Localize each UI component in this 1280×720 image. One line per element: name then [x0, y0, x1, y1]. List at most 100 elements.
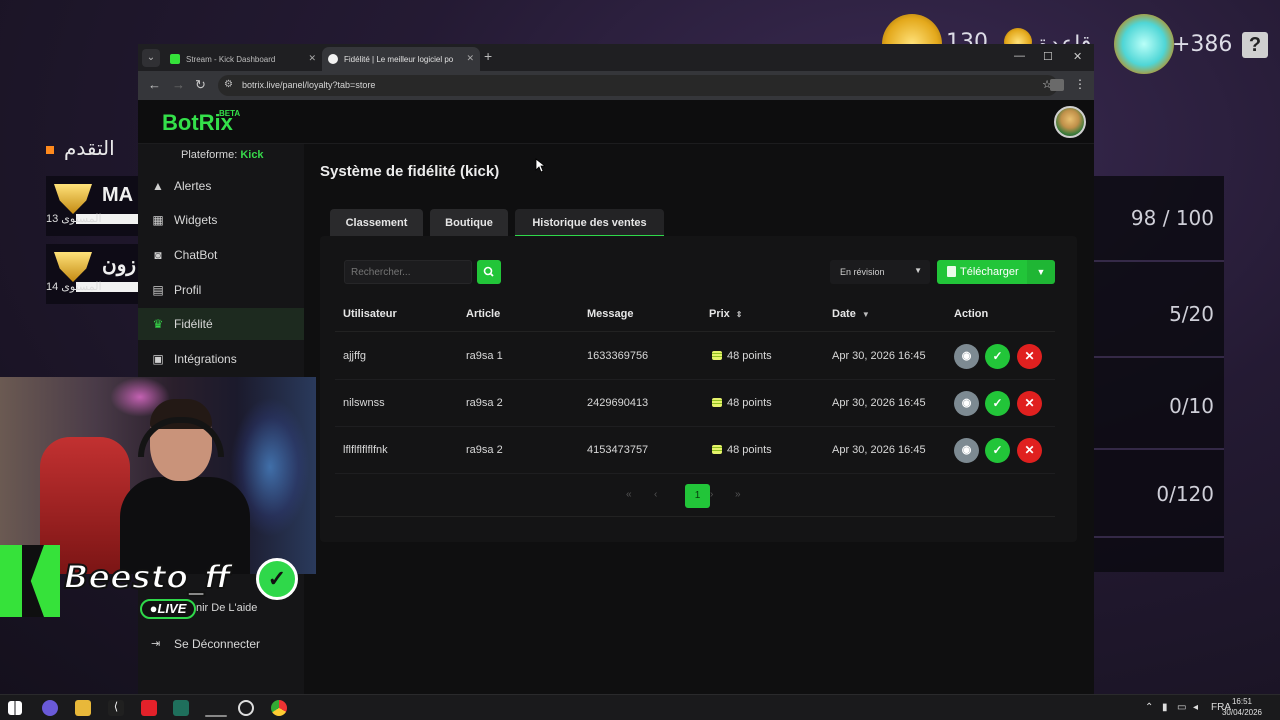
help-link-fragment[interactable]: nir De L'aide: [196, 602, 257, 614]
app-icon[interactable]: [42, 700, 58, 716]
reject-button[interactable]: ✕: [1017, 438, 1042, 463]
view-button[interactable]: ◉: [954, 391, 979, 416]
sidebar-item-profil[interactable]: ▤ Profil: [138, 274, 304, 306]
prev-page-button[interactable]: ‹: [654, 489, 657, 500]
sidebar-item-label: Intégrations: [174, 352, 237, 366]
obs-icon[interactable]: [238, 700, 254, 716]
taskbar: ⟨ ⌃ ▮ ▭ ◂ FRA 16:51 30/04/2026: [0, 694, 1280, 720]
cell-message: 2429690413: [587, 397, 649, 409]
maximize-button[interactable]: ☐: [1043, 50, 1053, 63]
download-label: Télécharger: [960, 266, 1019, 278]
check-icon: ✓: [992, 349, 1003, 363]
browser-tab-botrix[interactable]: Fidélité | Le meilleur logiciel po ✕: [322, 47, 480, 71]
sort-desc-icon: ▼: [861, 310, 870, 319]
sidebar-item-label: Widgets: [174, 213, 218, 227]
platform-value: Kick: [240, 149, 264, 161]
capcut-icon[interactable]: ⟨: [108, 700, 124, 716]
column-header-prix[interactable]: Prix ⇕: [709, 308, 743, 320]
reject-button[interactable]: ✕: [1017, 344, 1042, 369]
folder-icon[interactable]: [75, 700, 91, 716]
view-button[interactable]: ◉: [954, 344, 979, 369]
column-header: Action: [954, 308, 989, 320]
forward-button[interactable]: →: [172, 77, 185, 92]
goal-row: 5/20: [1094, 272, 1224, 358]
goal-row: 0/10: [1094, 364, 1224, 450]
reload-button[interactable]: ↻: [195, 77, 206, 93]
browser-tab-kick[interactable]: Stream - Kick Dashboard ✕: [164, 47, 322, 71]
next-page-button[interactable]: ›: [710, 489, 713, 500]
download-options-button[interactable]: ▼: [1027, 260, 1055, 284]
goals-panel: 98 / 100 5/20 0/10 0/120: [1094, 176, 1224, 572]
user-avatar[interactable]: [1054, 106, 1086, 138]
approve-button[interactable]: ✓: [985, 438, 1010, 463]
browser-menu-icon[interactable]: ⋮: [1074, 77, 1086, 91]
cell-article: ra9sa 1: [466, 350, 503, 362]
chrome-icon[interactable]: [271, 700, 287, 716]
file-icon: [947, 266, 956, 277]
chevron-down-icon: ▼: [1036, 267, 1046, 277]
close-window-button[interactable]: ✕: [1073, 50, 1082, 63]
cell-message: 1633369756: [587, 350, 649, 362]
first-page-button[interactable]: «: [626, 489, 632, 500]
beta-badge: BETA: [219, 109, 241, 118]
last-page-button[interactable]: »: [735, 489, 741, 500]
back-button[interactable]: ←: [148, 77, 161, 92]
volume-icon[interactable]: ◂: [1193, 702, 1198, 713]
tab-classement[interactable]: Classement: [330, 209, 423, 237]
tiktok-icon[interactable]: [141, 700, 157, 716]
windows-start-icon[interactable]: [8, 701, 22, 715]
column-header-date[interactable]: Date ▼: [832, 308, 870, 320]
microphone-icon[interactable]: ▮: [1162, 702, 1168, 713]
app-icon[interactable]: [173, 700, 189, 716]
view-button[interactable]: ◉: [954, 438, 979, 463]
approve-button[interactable]: ✓: [985, 391, 1010, 416]
download-button[interactable]: Télécharger: [937, 260, 1027, 284]
help-question-icon: ?: [1242, 32, 1268, 58]
tab-search-button[interactable]: ⌄: [142, 49, 160, 67]
eye-icon: ◉: [961, 397, 972, 409]
system-clock[interactable]: 16:51 30/04/2026: [1222, 696, 1262, 718]
url-input[interactable]: ⚙ botrix.live/panel/loyalty?tab=store ☆: [218, 75, 1058, 96]
page-1-button[interactable]: 1: [685, 484, 710, 508]
close-icon: ✕: [1024, 396, 1035, 410]
search-input[interactable]: [344, 260, 472, 284]
live-badge: ●LIVE: [140, 599, 196, 619]
clock-time: 16:51: [1231, 697, 1252, 706]
site-settings-icon[interactable]: ⚙: [224, 79, 233, 90]
logout-button[interactable]: ⇥ Se Déconnecter: [138, 628, 304, 658]
search-button[interactable]: [477, 260, 501, 284]
close-tab-icon[interactable]: ✕: [308, 53, 316, 64]
cell-price: 48 points: [712, 444, 772, 456]
tab-boutique[interactable]: Boutique: [430, 209, 508, 237]
close-tab-icon[interactable]: ✕: [466, 53, 474, 64]
minimize-button[interactable]: —: [1014, 50, 1025, 62]
sidebar-item-fidelite[interactable]: ♛ Fidélité: [138, 308, 304, 340]
leaderboard-entry: MA المستوى 13: [46, 176, 138, 236]
approve-button[interactable]: ✓: [985, 344, 1010, 369]
new-tab-button[interactable]: +: [484, 48, 492, 64]
leaderboard-entry: زون المستوى 14: [46, 244, 138, 304]
eye-icon: ◉: [961, 444, 972, 456]
sidebar-item-widgets[interactable]: ▦ Widgets: [138, 204, 304, 236]
warning-icon: ▲: [152, 179, 164, 193]
sort-icon: ⇕: [735, 310, 743, 319]
sidebar-item-alertes[interactable]: ▲ Alertes: [138, 170, 304, 202]
reject-button[interactable]: ✕: [1017, 391, 1042, 416]
cell-price: 48 points: [712, 350, 772, 362]
app-header: BotRix BETA: [138, 100, 1094, 144]
mouse-cursor-icon: [535, 158, 545, 173]
sidebar-item-chatbot[interactable]: ◙ ChatBot: [138, 239, 304, 271]
kick-favicon-icon: [170, 54, 180, 64]
status-filter-select[interactable]: En révision ▼: [830, 260, 930, 284]
coins-icon: [712, 445, 722, 454]
pagination: « ‹ 1 › »: [320, 484, 1077, 508]
tab-historique[interactable]: Historique des ventes: [515, 209, 664, 237]
tray-chevron-icon[interactable]: ⌃: [1145, 702, 1153, 713]
extension-icon[interactable]: [1050, 79, 1064, 91]
sidebar-item-label: Profil: [174, 283, 202, 297]
cell-user: ajjffg: [343, 350, 367, 362]
network-icon[interactable]: ▭: [1177, 702, 1186, 713]
app-icon[interactable]: [205, 715, 227, 717]
main-content: Système de fidélité (kick) Classement Bo…: [304, 144, 1094, 694]
sidebar-item-integrations[interactable]: ▣ Intégrations: [138, 343, 304, 375]
